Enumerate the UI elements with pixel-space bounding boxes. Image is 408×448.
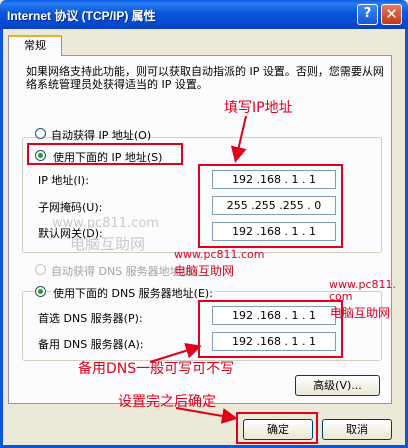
manual-dns-label[interactable]: 使用下面的 DNS 服务器地址(E): — [51, 285, 215, 301]
watermark-red-name-1: 电脑互助网 — [174, 264, 235, 278]
title-bar[interactable]: Internet 协议 (TCP/IP) 属性 ? ✕ — [0, 0, 408, 29]
ip-fields-highlight — [198, 164, 343, 248]
advanced-button[interactable]: 高级(V)... — [295, 375, 380, 396]
ip-address-label: IP 地址(I): — [38, 174, 89, 187]
watermark-url: www.pc811.com — [52, 216, 159, 231]
tab-general[interactable]: 常规 — [8, 35, 62, 56]
annotation-fill-ip: 填写IP地址 — [224, 100, 293, 116]
alternate-dns-label: 备用 DNS 服务器(A): — [38, 338, 144, 351]
watermark-red-url-1: www.pc811.com — [174, 248, 265, 261]
annotation-confirm: 设置完之后确定 — [118, 394, 216, 410]
auto-ip-radio[interactable] — [35, 128, 46, 139]
ok-button-highlight — [236, 412, 318, 444]
info-text: 如果网络支持此功能，则可以获取自动指派的 IP 设置。否则，您需要从网络系统管理… — [26, 65, 384, 91]
watermark-red-url-2b: com — [329, 290, 353, 303]
preferred-dns-label: 首选 DNS 服务器(P): — [38, 312, 143, 325]
watermark-name: 电脑互助网 — [70, 235, 146, 253]
manual-ip-highlight — [27, 143, 183, 165]
dns-fields-highlight — [198, 300, 343, 358]
help-button[interactable]: ? — [357, 4, 378, 25]
annotation-dns-optional: 备用DNS一般可写可不写 — [78, 361, 235, 377]
cancel-button[interactable]: 取消 — [322, 419, 392, 440]
auto-ip-label[interactable]: 自动获得 IP 地址(O) — [51, 127, 151, 143]
manual-dns-radio[interactable] — [35, 286, 46, 297]
subnet-mask-label: 子网掩码(U): — [38, 201, 103, 214]
close-button[interactable]: ✕ — [381, 4, 402, 25]
watermark-red-name-2: 电脑互助网 — [330, 306, 391, 320]
auto-dns-radio[interactable] — [35, 264, 46, 275]
window-title: Internet 协议 (TCP/IP) 属性 — [7, 9, 156, 23]
